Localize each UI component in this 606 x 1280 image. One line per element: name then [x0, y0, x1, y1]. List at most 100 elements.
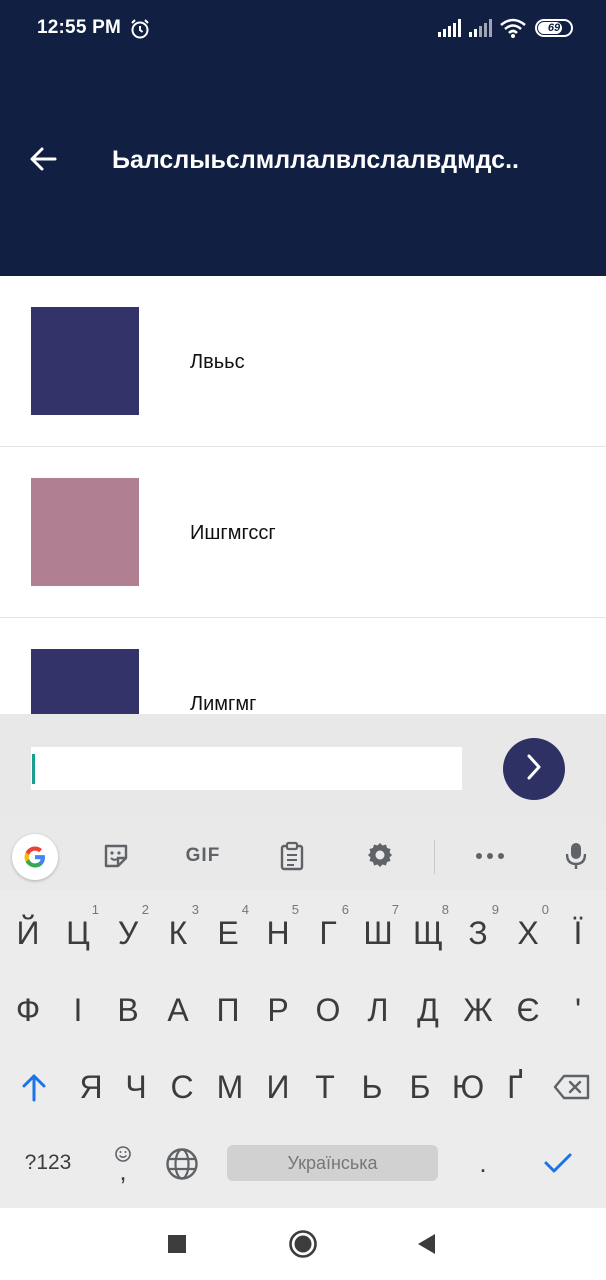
status-time: 12:55 PM: [37, 17, 121, 38]
key[interactable]: Н5: [253, 902, 303, 964]
emoji-comma-key[interactable]: ,: [104, 1138, 142, 1186]
key[interactable]: Щ8: [403, 902, 453, 964]
recents-button[interactable]: [159, 1226, 195, 1262]
arrow-back-icon: [29, 146, 57, 177]
key[interactable]: С: [157, 1056, 207, 1118]
key-label: Б: [409, 1068, 431, 1105]
key[interactable]: Р: [253, 979, 303, 1041]
key[interactable]: Ж: [453, 979, 503, 1041]
key[interactable]: Л: [353, 979, 403, 1041]
sticker-button[interactable]: [98, 838, 134, 874]
key[interactable]: Є: [503, 979, 553, 1041]
message-input[interactable]: [31, 747, 462, 790]
enter-key[interactable]: [536, 1143, 580, 1183]
key[interactable]: ': [553, 979, 603, 1041]
key[interactable]: З9: [453, 902, 503, 964]
key-label: Ж: [463, 991, 493, 1028]
key-label: М: [216, 1068, 244, 1105]
alarm-icon: [129, 18, 151, 40]
key[interactable]: У2: [103, 902, 153, 964]
nav-back-button[interactable]: [408, 1226, 444, 1262]
gif-button[interactable]: GIF: [180, 838, 226, 874]
battery-level: 69: [547, 22, 561, 34]
key-label: Н: [266, 914, 290, 951]
key-label: З: [468, 914, 488, 951]
key-hint: 2: [141, 902, 149, 917]
key[interactable]: Т: [300, 1056, 350, 1118]
key[interactable]: Ь: [347, 1056, 397, 1118]
battery-icon: 69: [535, 19, 573, 37]
back-button[interactable]: [22, 140, 64, 182]
space-key[interactable]: Українська: [227, 1145, 438, 1181]
key[interactable]: К3: [153, 902, 203, 964]
backspace-key[interactable]: [548, 1056, 596, 1118]
key[interactable]: Ю: [443, 1056, 493, 1118]
list-item[interactable]: Лимгмг: [0, 618, 606, 714]
key[interactable]: Ч: [111, 1056, 161, 1118]
key-hint: 7: [391, 902, 399, 917]
key[interactable]: Д: [403, 979, 453, 1041]
circle-icon: [289, 1230, 317, 1258]
key[interactable]: Я: [66, 1056, 116, 1118]
color-swatch: [31, 649, 139, 714]
key[interactable]: Ф: [3, 979, 53, 1041]
key-label: Ц: [66, 914, 90, 951]
sticker-icon: [104, 844, 128, 868]
key-label: У: [117, 914, 139, 951]
settings-button[interactable]: [362, 838, 398, 874]
key-label: И: [266, 1068, 290, 1105]
key[interactable]: Б: [395, 1056, 445, 1118]
language-key[interactable]: [162, 1144, 202, 1184]
key[interactable]: Г6: [303, 902, 353, 964]
key-label: Ь: [361, 1068, 383, 1105]
key[interactable]: Ш7: [353, 902, 403, 964]
send-button[interactable]: [503, 738, 565, 800]
key[interactable]: І: [53, 979, 103, 1041]
key[interactable]: П: [203, 979, 253, 1041]
key[interactable]: Х0: [503, 902, 553, 964]
key-label: П: [216, 991, 240, 1028]
period-key[interactable]: .: [466, 1143, 500, 1183]
microphone-button[interactable]: [558, 838, 594, 874]
arrow-up-icon: [22, 1074, 46, 1102]
list-item[interactable]: Лвььс: [0, 276, 606, 447]
key-hint: 6: [341, 902, 349, 917]
key[interactable]: Ц1: [53, 902, 103, 964]
more-button[interactable]: [472, 838, 508, 874]
chevron-right-icon: [523, 752, 545, 787]
key[interactable]: Й: [3, 902, 53, 964]
key[interactable]: О: [303, 979, 353, 1041]
key-label: Ґ: [507, 1068, 523, 1105]
cell-signal-icon: [438, 19, 462, 42]
key[interactable]: В: [103, 979, 153, 1041]
google-button[interactable]: [12, 834, 58, 880]
key[interactable]: М: [205, 1056, 255, 1118]
text-caret: [32, 754, 35, 784]
key[interactable]: Е4: [203, 902, 253, 964]
symbols-key[interactable]: ?123: [16, 1143, 80, 1183]
list-item-label: Ишгмгссг: [190, 522, 276, 544]
shift-key[interactable]: [12, 1056, 56, 1118]
key[interactable]: Ї: [553, 902, 603, 964]
key-label: Щ: [413, 914, 443, 951]
home-button[interactable]: [285, 1226, 321, 1262]
key-label: Ф: [15, 991, 41, 1028]
color-swatch: [31, 307, 139, 415]
clipboard-button[interactable]: [274, 838, 310, 874]
key[interactable]: И: [253, 1056, 303, 1118]
key[interactable]: Ґ: [490, 1056, 540, 1118]
key-label: Ї: [573, 914, 583, 951]
key[interactable]: А: [153, 979, 203, 1041]
key-label: Х: [517, 914, 539, 951]
page-title: Ьалслыьслмллалвлслалвдмдс..: [112, 146, 519, 174]
key-hint: 0: [541, 902, 549, 917]
gear-icon: [368, 843, 392, 867]
key-hint: 1: [91, 902, 99, 917]
list-item[interactable]: Ишгмгссг: [0, 447, 606, 618]
key-label: О: [315, 991, 341, 1028]
wifi-icon: [500, 17, 526, 44]
key-label: І: [73, 991, 83, 1028]
key-label: Ч: [125, 1068, 147, 1105]
microphone-icon: [565, 843, 587, 869]
key-label: К: [168, 914, 188, 951]
